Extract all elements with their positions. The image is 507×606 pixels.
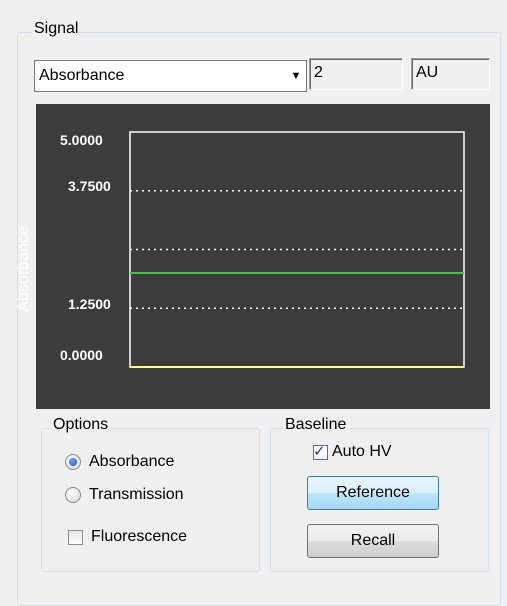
auto-hv-checkbox[interactable]: ✓ <box>313 442 328 460</box>
recall-button[interactable]: Recall <box>307 524 439 558</box>
y-tick-label-1: 5.0000 <box>60 132 103 148</box>
channel-field: 2 <box>309 58 403 90</box>
signal-mode-value: Absorbance <box>39 67 125 84</box>
units-field: AU <box>411 58 490 90</box>
y-axis-label: Absorbance <box>15 226 32 312</box>
y-tick-label-2: 3.7500 <box>68 178 111 194</box>
transmission-radio-label: Transmission <box>89 486 184 503</box>
absorbance-radio-label: Absorbance <box>89 453 175 470</box>
fluorescence-checkbox-option[interactable]: Fluorescence <box>68 528 187 546</box>
checkmark-icon: ✓ <box>313 442 326 460</box>
auto-hv-checkbox-option[interactable]: ✓ Auto HV <box>313 443 392 461</box>
reference-button[interactable]: Reference <box>307 476 439 510</box>
transmission-radio[interactable] <box>65 487 81 503</box>
chart-panel: Absorbance 5.0000 3.7500 1.2500 0.0000 <box>15 104 490 409</box>
absorbance-radio-option[interactable]: Absorbance <box>65 453 174 471</box>
y-tick-label-3: 1.2500 <box>68 296 111 312</box>
chevron-down-icon[interactable]: ▼ <box>286 70 306 82</box>
transmission-radio-option[interactable]: Transmission <box>65 486 184 504</box>
absorbance-radio[interactable] <box>65 454 81 470</box>
signal-group-label: Signal <box>32 20 81 38</box>
signal-mode-dropdown[interactable]: Absorbance ▼ <box>34 60 307 92</box>
options-group-label: Options <box>51 416 111 434</box>
y-tick-label-4: 0.0000 <box>60 347 103 363</box>
baseline-group-label: Baseline <box>283 416 349 434</box>
absorbance-chart <box>129 131 465 368</box>
fluorescence-checkbox-label: Fluorescence <box>91 528 188 545</box>
fluorescence-checkbox[interactable] <box>68 529 83 545</box>
auto-hv-checkbox-label: Auto HV <box>332 443 392 460</box>
